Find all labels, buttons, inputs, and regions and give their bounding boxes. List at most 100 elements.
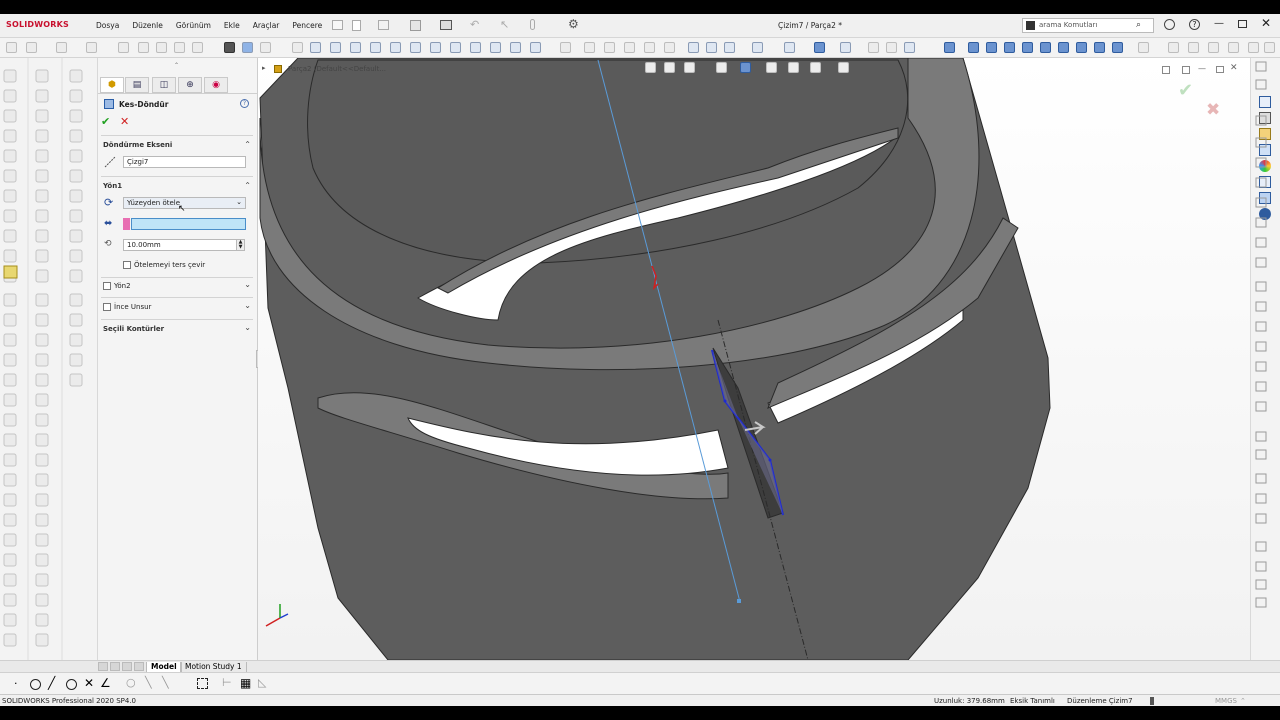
view-right-icon[interactable] <box>1022 42 1033 53</box>
units-selector[interactable]: MMGS <box>1215 697 1237 705</box>
axis-section-header[interactable]: Döndürme Ekseni <box>103 141 172 149</box>
select-tool-icon[interactable] <box>56 42 67 53</box>
collapse-axis-icon[interactable]: ⌃ <box>244 140 251 149</box>
offset-sketch-icon[interactable]: ╲ <box>145 676 152 689</box>
hud-section-icon[interactable] <box>716 62 727 73</box>
block-sketch-icon[interactable] <box>197 678 208 689</box>
new-file-icon[interactable] <box>352 20 361 31</box>
viewport-tile-icon[interactable] <box>1162 66 1170 74</box>
tab-dimxpert[interactable]: ⊕ <box>178 77 202 93</box>
hud-orientation-icon[interactable] <box>740 62 751 73</box>
sketch-icon[interactable] <box>310 42 321 53</box>
hud-hide-show-icon[interactable] <box>788 62 799 73</box>
circle-sketch-icon[interactable] <box>30 679 41 690</box>
cube-5-icon[interactable] <box>1248 42 1259 53</box>
thin-feature-checkbox[interactable] <box>103 303 111 311</box>
menu-dosya[interactable]: Dosya <box>96 21 119 30</box>
view-front-icon[interactable] <box>968 42 979 53</box>
tab-display-manager[interactable]: ◉ <box>204 77 228 93</box>
cancel-x-icon[interactable]: ✕ <box>120 115 129 128</box>
slot-tool-icon[interactable] <box>430 42 441 53</box>
face-selection-field[interactable] <box>131 218 246 230</box>
help-circle-icon[interactable]: ? <box>240 99 249 108</box>
normal-to-icon[interactable] <box>1112 42 1123 53</box>
menu-pencere[interactable]: Pencere <box>292 21 322 30</box>
screen-capture-icon[interactable] <box>242 42 253 53</box>
tab-nav-prev-icon[interactable] <box>110 662 120 671</box>
confirm-corner-check-icon[interactable]: ✔ <box>1178 80 1193 101</box>
menu-araclar[interactable]: Araçlar <box>253 21 280 30</box>
menu-ekle[interactable]: Ekle <box>224 21 240 30</box>
reverse-direction-icon[interactable]: ⟳ <box>104 196 113 209</box>
section-view-icon[interactable] <box>752 42 763 53</box>
view-iso-icon[interactable] <box>1058 42 1069 53</box>
open-icon[interactable] <box>378 20 389 30</box>
point-tool-icon[interactable]: · <box>14 677 18 690</box>
tab-property-manager[interactable]: ▤ <box>125 77 149 93</box>
rewind-icon[interactable] <box>174 42 185 53</box>
sketch-tools-icon[interactable] <box>6 42 17 53</box>
feature-1-icon[interactable] <box>584 42 595 53</box>
spin-stepper-icon[interactable]: ▲ ▼ <box>236 239 245 251</box>
expand-contours-icon[interactable]: ⌄ <box>244 323 251 332</box>
polygon-tool-icon[interactable] <box>390 42 401 53</box>
viewport-minimize-icon[interactable]: — <box>1198 64 1206 73</box>
minimize-icon[interactable]: — <box>1214 18 1224 29</box>
view-settings-icon[interactable] <box>904 42 915 53</box>
model-view[interactable] <box>258 58 1280 660</box>
tab-feature-tree[interactable]: ⬢ <box>100 77 124 93</box>
view-dimetric-icon[interactable] <box>1076 42 1087 53</box>
close-window-icon[interactable]: ✕ <box>1261 16 1271 30</box>
angle-sketch-icon[interactable]: ∠ <box>100 676 111 690</box>
axis-selection-field[interactable]: Çizgi7 <box>123 156 246 168</box>
line-sketch-icon[interactable]: ╱ <box>48 676 55 690</box>
display-style-icon[interactable] <box>814 42 825 53</box>
relations-icon[interactable] <box>530 42 541 53</box>
feature-3-icon[interactable] <box>624 42 635 53</box>
trim-tool-icon[interactable] <box>450 42 461 53</box>
expand-thin-feature-icon[interactable]: ⌄ <box>244 301 251 310</box>
circle-tool-icon[interactable] <box>330 42 341 53</box>
cube-2-icon[interactable] <box>1188 42 1199 53</box>
confirm-corner-cancel-icon[interactable]: ✖ <box>1206 100 1220 120</box>
view-orientation-icon[interactable] <box>784 42 795 53</box>
cube-6-icon[interactable] <box>1264 42 1275 53</box>
tab-configuration[interactable]: ◫ <box>152 77 176 93</box>
select-icon[interactable]: ↖ <box>500 18 509 31</box>
view-back-icon[interactable] <box>986 42 997 53</box>
direction2-checkbox[interactable] <box>103 282 111 290</box>
play-icon[interactable] <box>118 42 129 53</box>
rebuild-icon[interactable] <box>530 19 535 30</box>
view-top-icon[interactable] <box>944 42 955 53</box>
mirror-sketch-icon[interactable]: ╲ <box>162 676 169 689</box>
save-icon[interactable] <box>410 20 421 31</box>
ok-check-icon[interactable]: ✔ <box>101 115 110 128</box>
cross-sketch-icon[interactable]: ✕ <box>84 676 94 690</box>
options-gear-icon[interactable]: ⚙ <box>568 17 579 31</box>
hud-display-style-icon[interactable] <box>766 62 777 73</box>
scene-icon[interactable] <box>886 42 897 53</box>
thin-feature-label[interactable]: İnce Unsur <box>114 303 151 311</box>
rebuild-status-icon[interactable] <box>1150 697 1154 705</box>
view-bottom-icon[interactable] <box>1040 42 1051 53</box>
previous-view-icon[interactable] <box>724 42 735 53</box>
tab-nav-next-icon[interactable] <box>122 662 132 671</box>
offset-tool-icon[interactable] <box>470 42 481 53</box>
command-search-input[interactable]: arama Komutları ⌕ <box>1022 18 1154 33</box>
direction2-label[interactable]: Yön2 <box>114 282 131 290</box>
material-icon[interactable] <box>86 42 97 53</box>
pattern-sketch-icon[interactable]: ⊢ <box>222 676 232 689</box>
hide-show-icon[interactable] <box>840 42 851 53</box>
record-icon[interactable] <box>260 42 271 53</box>
camera-icon[interactable] <box>224 42 235 53</box>
arc-tool-icon[interactable] <box>350 42 361 53</box>
menu-gorunum[interactable]: Görünüm <box>176 21 211 30</box>
graphics-area[interactable]: ▸ Parça2 (Default<<Default... ✔ ✖ — ✕ <box>258 58 1280 660</box>
direction1-header[interactable]: Yön1 <box>103 182 122 190</box>
tab-nav-last-icon[interactable] <box>134 662 144 671</box>
feature-5-icon[interactable] <box>664 42 675 53</box>
pattern-tool-icon[interactable] <box>510 42 521 53</box>
hud-prev-view-icon[interactable] <box>684 62 695 73</box>
smart-dimension-icon[interactable] <box>26 42 37 53</box>
feature-4-icon[interactable] <box>644 42 655 53</box>
